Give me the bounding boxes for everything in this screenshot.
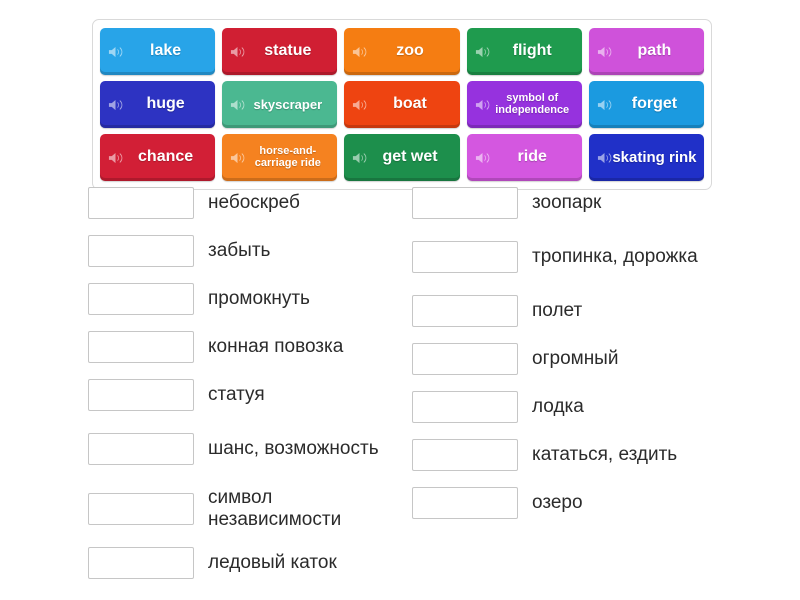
word-tile-label: skyscraper [253, 96, 323, 112]
word-tile[interactable]: skating rink [588, 134, 705, 181]
answer-label: ледовый каток [208, 551, 337, 573]
answer-row: тропинка, дорожка [412, 234, 742, 280]
word-tile[interactable]: path [588, 28, 705, 75]
answer-label: промокнуть [208, 287, 310, 309]
speaker-icon[interactable] [597, 150, 612, 165]
answer-drop-box[interactable] [412, 343, 518, 375]
answer-label: символ независимости [208, 486, 342, 530]
word-tile[interactable]: forget [588, 81, 705, 128]
answer-drop-box[interactable] [88, 235, 194, 267]
answer-label: статуя [208, 383, 265, 405]
answer-label: озеро [532, 491, 583, 513]
word-tile-label: flight [512, 42, 552, 60]
answer-row: полет [412, 294, 742, 328]
answer-row: статуя [88, 378, 408, 412]
answer-label: лодка [532, 395, 584, 417]
answer-column-right: зоопарк тропинка, дорожка полет огромный лод… [412, 186, 742, 534]
word-tile-label: zoo [396, 42, 424, 60]
word-tile-label: lake [150, 42, 182, 60]
word-tile-label: get wet [382, 148, 438, 166]
word-tile-tray: lake statue zoo flight path huge skyscraper boa… [92, 19, 712, 190]
word-tile[interactable]: chance [100, 134, 216, 181]
speaker-icon[interactable] [352, 44, 367, 59]
word-tile[interactable]: get wet [344, 134, 460, 181]
speaker-icon[interactable] [108, 150, 123, 165]
answer-drop-box[interactable] [412, 391, 518, 423]
word-tile[interactable]: symbol of independence [466, 81, 582, 128]
word-tile[interactable]: zoo [344, 28, 460, 75]
answer-drop-box[interactable] [412, 187, 518, 219]
answer-label: конная повозка [208, 335, 344, 357]
answer-row: небоскреб [88, 186, 408, 220]
answer-drop-box[interactable] [88, 433, 194, 465]
speaker-icon[interactable] [230, 150, 245, 165]
word-tile[interactable]: horse-and-carriage ride [222, 134, 338, 181]
speaker-icon[interactable] [597, 44, 612, 59]
word-tile-label: huge [146, 95, 185, 113]
word-tile[interactable]: ride [466, 134, 582, 181]
speaker-icon[interactable] [108, 44, 123, 59]
speaker-icon[interactable] [352, 97, 367, 112]
answer-drop-box[interactable] [412, 439, 518, 471]
answer-drop-box[interactable] [88, 331, 194, 363]
speaker-icon[interactable] [475, 44, 490, 59]
answer-drop-box[interactable] [412, 241, 518, 273]
answer-drop-box[interactable] [88, 547, 194, 579]
word-tile-label: ride [517, 148, 547, 166]
speaker-icon[interactable] [230, 44, 245, 59]
answer-row: промокнуть [88, 282, 408, 316]
answer-drop-box[interactable] [88, 379, 194, 411]
speaker-icon[interactable] [352, 150, 367, 165]
answer-label: тропинка, дорожка [532, 245, 698, 267]
word-tile[interactable]: boat [344, 81, 460, 128]
answer-row: озеро [412, 486, 742, 520]
word-tile[interactable]: lake [100, 28, 216, 75]
answer-drop-box[interactable] [412, 295, 518, 327]
answer-row: кататься, ездить [412, 438, 742, 472]
answer-label: забыть [208, 239, 271, 261]
answer-column-left: небоскреб забыть промокнуть конная повозка с… [88, 186, 408, 594]
tile-row: lake statue zoo flight path [100, 28, 705, 75]
word-tile-label: boat [393, 95, 427, 113]
word-tile[interactable]: skyscraper [222, 81, 338, 128]
speaker-icon[interactable] [597, 97, 612, 112]
answer-row: шанс, возможность [88, 426, 408, 472]
word-tile[interactable]: statue [222, 28, 338, 75]
answer-drop-box[interactable] [88, 187, 194, 219]
word-tile-label: statue [264, 42, 312, 60]
answer-row: конная повозка [88, 330, 408, 364]
tile-row: huge skyscraper boat symbol of independence… [100, 81, 705, 128]
speaker-icon[interactable] [475, 150, 490, 165]
answer-label: огромный [532, 347, 619, 369]
answer-row: символ независимости [88, 486, 408, 532]
answer-label: небоскреб [208, 191, 300, 213]
answer-row: ледовый каток [88, 546, 408, 580]
answer-row: огромный [412, 342, 742, 376]
answer-row: забыть [88, 234, 408, 268]
word-tile-label: forget [631, 95, 678, 113]
word-tile[interactable]: flight [466, 28, 582, 75]
answer-label: полет [532, 299, 583, 321]
speaker-icon[interactable] [475, 97, 490, 112]
answer-drop-box[interactable] [88, 493, 194, 525]
answer-row: лодка [412, 390, 742, 424]
speaker-icon[interactable] [108, 97, 123, 112]
speaker-icon[interactable] [230, 97, 245, 112]
answer-drop-box[interactable] [88, 283, 194, 315]
answer-row: зоопарк [412, 186, 742, 220]
answer-drop-box[interactable] [412, 487, 518, 519]
word-tile-label: path [637, 42, 672, 60]
word-tile[interactable]: huge [100, 81, 216, 128]
answer-label: зоопарк [532, 191, 602, 213]
tile-row: chance horse-and-carriage ride get wet ride… [100, 134, 705, 181]
answer-label: шанс, возможность [208, 437, 379, 459]
answer-label: кататься, ездить [532, 443, 678, 465]
word-tile-label: chance [138, 148, 194, 166]
